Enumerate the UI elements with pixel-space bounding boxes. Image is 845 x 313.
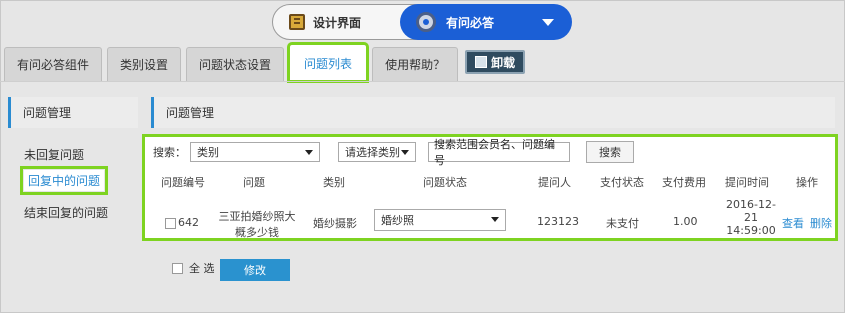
question-text-line2: 概多少钱	[235, 226, 279, 239]
time-line1: 2016-12-	[726, 198, 776, 211]
select-all-label: 全 选	[189, 262, 215, 275]
row-id-value: 642	[178, 216, 199, 229]
sidebar-item-unanswered[interactable]: 未回复问题	[24, 146, 84, 163]
search-type-value: 类别	[197, 146, 219, 159]
main-title: 问题管理	[151, 97, 835, 128]
col-header-status: 问题状态	[423, 176, 467, 189]
col-header-actions: 操作	[796, 176, 818, 189]
table-row-time: 2016-12- 21 14:59:00	[724, 198, 778, 237]
sidebar-item-closed[interactable]: 结束回复的问题	[24, 204, 108, 221]
search-type-select[interactable]: 类别	[190, 142, 320, 162]
col-header-asker: 提问人	[538, 176, 571, 189]
search-label: 搜索：	[153, 146, 186, 159]
time-line2: 21	[744, 211, 758, 224]
status-select[interactable]: 婚纱照	[374, 209, 506, 231]
design-icon	[289, 14, 305, 30]
uninstall-icon	[475, 56, 488, 68]
select-all-checkbox[interactable]	[172, 262, 183, 274]
col-header-id: 问题编号	[161, 176, 205, 189]
tab-bar: 有问必答组件 类别设置 问题状态设置 问题列表 使用帮助？ 卸载	[4, 42, 526, 83]
sidebar-title: 问题管理	[8, 97, 138, 128]
gear-icon	[416, 12, 436, 32]
col-header-time: 提问时间	[725, 176, 769, 189]
dropdown-arrow-icon	[491, 217, 499, 222]
question-text-line1: 三亚拍婚纱照大	[218, 210, 296, 223]
question-panel: 搜索： 类别 请选择类别 搜索范围会员名、问题编号 搜索 问题编号 问题 类别 …	[142, 134, 838, 241]
tab-category-settings[interactable]: 类别设置	[107, 47, 182, 81]
table-row-pay-status: 未支付	[606, 217, 639, 230]
chevron-down-icon	[542, 19, 554, 26]
delete-link[interactable]: 删除	[810, 215, 832, 231]
row-checkbox[interactable]	[165, 217, 176, 229]
col-header-pay-status: 支付状态	[600, 176, 644, 189]
tab-question-list[interactable]: 问题列表	[287, 42, 370, 83]
tab-components[interactable]: 有问必答组件	[4, 47, 103, 81]
search-input[interactable]: 搜索范围会员名、问题编号	[428, 138, 570, 167]
table-row-category: 婚纱摄影	[313, 217, 357, 230]
category-select[interactable]: 请选择类别	[338, 142, 416, 162]
edit-button[interactable]: 修改	[220, 259, 290, 281]
uninstall-button[interactable]: 卸载	[465, 50, 526, 74]
uninstall-label: 卸载	[491, 55, 516, 70]
app-select-dropdown[interactable]: 有问必答	[400, 4, 572, 40]
search-button[interactable]: 搜索	[586, 141, 634, 163]
dropdown-arrow-icon	[305, 150, 313, 155]
status-select-value: 婚纱照	[381, 214, 414, 227]
col-header-question: 问题	[243, 176, 265, 189]
table-row-id: 642	[165, 216, 199, 229]
mode-switch: 设计界面 有问必答	[272, 4, 572, 40]
design-mode-label: 设计界面	[313, 15, 362, 30]
category-select-value: 请选择类别	[345, 146, 400, 159]
dropdown-arrow-icon	[401, 150, 409, 155]
col-header-fee: 支付费用	[662, 176, 706, 189]
table-row-asker: 123123	[537, 215, 579, 228]
time-line3: 14:59:00	[726, 224, 776, 237]
table-row-question: 三亚拍婚纱照大 概多少钱	[217, 208, 297, 240]
tab-divider	[0, 81, 845, 82]
view-link[interactable]: 查看	[782, 215, 804, 231]
tab-status-settings[interactable]: 问题状态设置	[186, 47, 285, 81]
col-header-category: 类别	[323, 176, 345, 189]
bulk-actions: 全 选	[172, 260, 215, 276]
table-row-fee: 1.00	[673, 215, 698, 228]
search-row: 搜索： 类别 请选择类别 搜索范围会员名、问题编号 搜索	[153, 138, 634, 167]
sidebar-item-in-progress[interactable]: 回复中的问题	[19, 166, 109, 195]
app-name-label: 有问必答	[446, 15, 495, 30]
tab-help[interactable]: 使用帮助？	[372, 47, 459, 81]
